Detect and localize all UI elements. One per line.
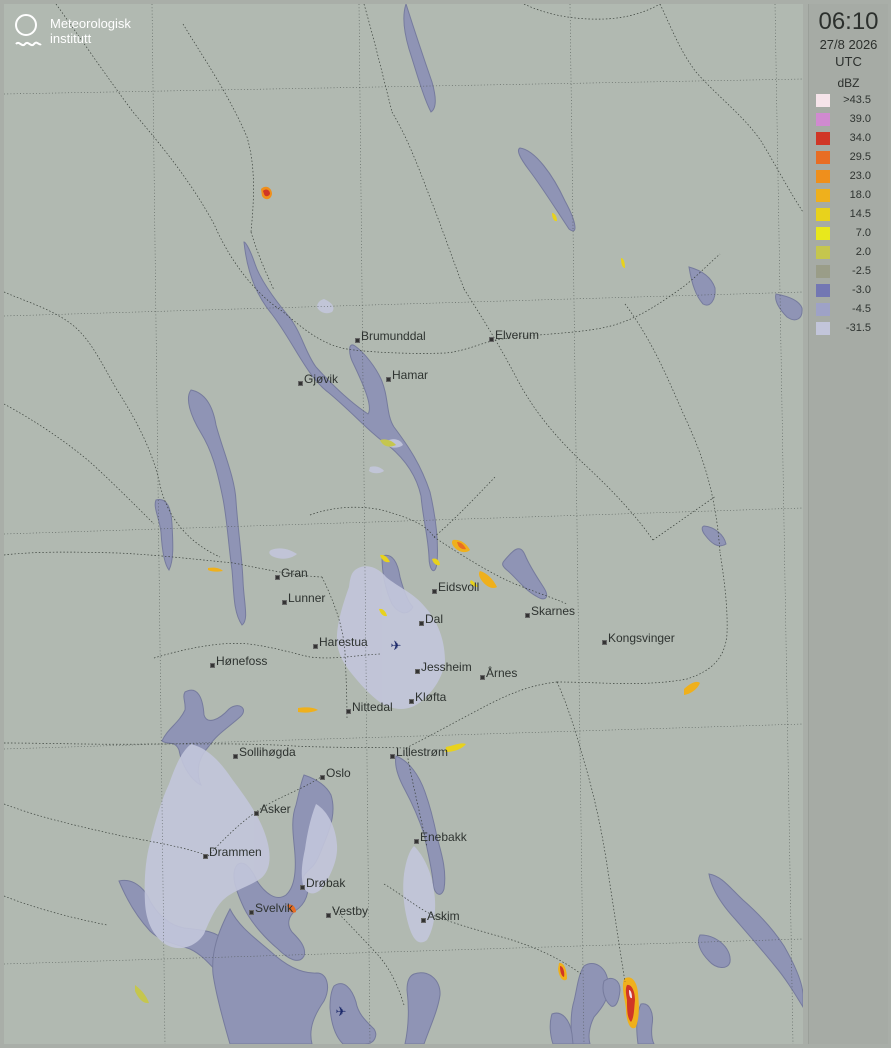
city-asker: Asker bbox=[254, 802, 291, 816]
city-brumunddal: Brumunddal bbox=[355, 329, 426, 343]
legend-swatch bbox=[816, 322, 830, 335]
legend-swatch bbox=[816, 303, 830, 316]
legend-row: -4.5 bbox=[815, 302, 883, 318]
legend-label: 23.0 bbox=[849, 170, 871, 182]
legend-swatch bbox=[816, 208, 830, 221]
legend-label: 2.0 bbox=[855, 246, 871, 258]
city-arnes: Årnes bbox=[480, 666, 517, 680]
city-enebakk: Enebakk bbox=[414, 830, 467, 844]
legend-label: -3.0 bbox=[852, 284, 871, 296]
legend-label: -2.5 bbox=[852, 265, 871, 277]
legend-row: 2.0 bbox=[815, 245, 883, 261]
radar-legend: 06:10 27/8 2026 UTC dBZ >43.5 39.0 34.0 … bbox=[808, 4, 888, 1044]
legend-label: 18.0 bbox=[849, 189, 871, 201]
legend-row: 39.0 bbox=[815, 112, 883, 128]
legend-swatch bbox=[816, 170, 830, 183]
city-vestby: Vestby bbox=[326, 904, 368, 918]
legend-row: -31.5 bbox=[815, 321, 883, 337]
logo-line-1: Meteorologisk bbox=[50, 16, 131, 31]
legend-row: -3.0 bbox=[815, 283, 883, 299]
met-logo-icon bbox=[15, 14, 42, 47]
city-harestua: Harestua bbox=[313, 635, 368, 649]
legend-swatch bbox=[816, 132, 830, 145]
city-eidsvoll: Eidsvoll bbox=[432, 580, 479, 594]
logo-line-2: institutt bbox=[50, 31, 92, 46]
legend-swatch bbox=[816, 246, 830, 259]
legend-swatch bbox=[816, 113, 830, 126]
legend-row: -2.5 bbox=[815, 264, 883, 280]
city-drobak: Drøbak bbox=[300, 876, 345, 890]
legend-swatch bbox=[816, 227, 830, 240]
legend-label: -4.5 bbox=[852, 303, 871, 315]
city-hamar: Hamar bbox=[386, 368, 428, 382]
legend-swatch bbox=[816, 94, 830, 107]
legend-date: 27/8 2026 bbox=[819, 37, 878, 52]
city-skarnes: Skarnes bbox=[525, 604, 575, 618]
legend-swatch bbox=[816, 265, 830, 278]
legend-row: 18.0 bbox=[815, 188, 883, 204]
legend-label: 34.0 bbox=[849, 132, 871, 144]
city-honefoss: Hønefoss bbox=[210, 654, 267, 668]
logo-text: Meteorologisk institutt bbox=[50, 16, 131, 46]
legend-label: 14.5 bbox=[849, 208, 871, 220]
city-klofta: Kløfta bbox=[409, 690, 446, 704]
met-logo: Meteorologisk institutt bbox=[14, 14, 164, 58]
city-oslo: Oslo bbox=[320, 766, 351, 780]
city-dal: Dal bbox=[419, 612, 443, 626]
airplane-icon: ✈ bbox=[335, 1004, 347, 1019]
legend-row: 34.0 bbox=[815, 131, 883, 147]
map-canvas bbox=[4, 4, 803, 1044]
legend-label: >43.5 bbox=[843, 94, 871, 106]
city-sollihogda: Sollihøgda bbox=[233, 745, 296, 759]
legend-swatch bbox=[816, 284, 830, 297]
legend-label: 39.0 bbox=[849, 113, 871, 125]
city-nittedal: Nittedal bbox=[346, 700, 393, 714]
city-drammen: Drammen bbox=[203, 845, 262, 859]
legend-row: 14.5 bbox=[815, 207, 883, 223]
legend-row: 7.0 bbox=[815, 226, 883, 242]
legend-swatch bbox=[816, 151, 830, 164]
city-lillestrom: Lillestrøm bbox=[390, 745, 448, 759]
legend-label: 7.0 bbox=[855, 227, 871, 239]
legend-time: 06:10 bbox=[818, 8, 879, 35]
city-lunner: Lunner bbox=[282, 591, 325, 605]
city-askim: Askim bbox=[421, 909, 460, 923]
city-gjovik: Gjøvik bbox=[298, 372, 338, 386]
legend-row: >43.5 bbox=[815, 93, 883, 109]
legend-timezone: UTC bbox=[835, 54, 862, 69]
legend-swatch bbox=[816, 189, 830, 202]
legend-label: 29.5 bbox=[849, 151, 871, 163]
legend-row: 29.5 bbox=[815, 150, 883, 166]
legend-unit: dBZ bbox=[837, 76, 860, 90]
city-gran: Gran bbox=[275, 566, 308, 580]
city-svelvik: Svelvik bbox=[249, 901, 293, 915]
city-jessheim: Jessheim bbox=[415, 660, 472, 674]
city-elverum: Elverum bbox=[489, 328, 539, 342]
legend-row: 23.0 bbox=[815, 169, 883, 185]
radar-frame: Meteorologisk institutt Brumunddal Elver… bbox=[0, 0, 891, 1048]
airplane-icon: ✈ bbox=[390, 638, 402, 653]
legend-label: -31.5 bbox=[845, 322, 871, 334]
radar-map[interactable]: Meteorologisk institutt Brumunddal Elver… bbox=[4, 4, 803, 1044]
city-kongsvinger: Kongsvinger bbox=[602, 631, 675, 645]
